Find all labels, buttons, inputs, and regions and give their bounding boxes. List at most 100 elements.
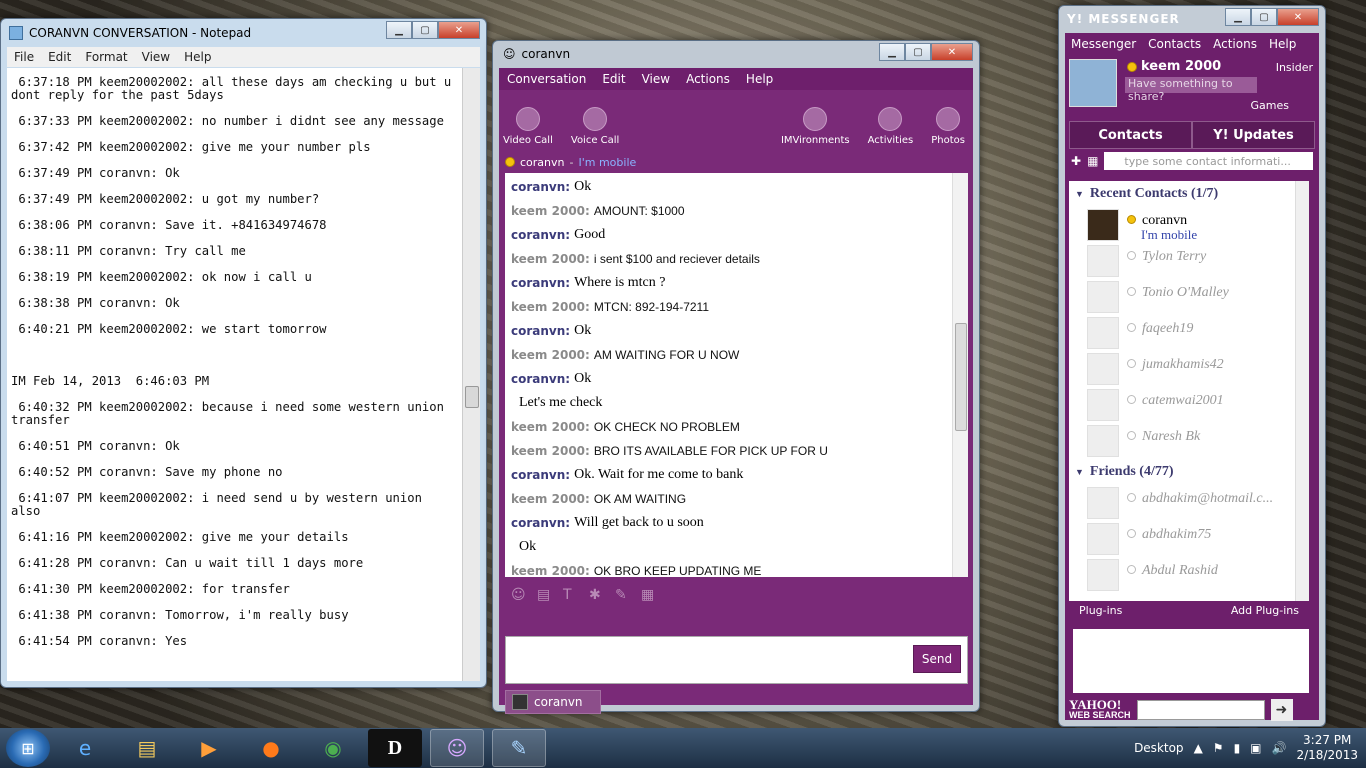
- contact-list[interactable]: ▼ Recent Contacts (1/7) coranvn I'm mobile T…: [1069, 181, 1309, 601]
- menu-format[interactable]: Format: [78, 50, 134, 64]
- conversation-tab[interactable]: coranvn: [505, 690, 601, 714]
- message-scrollbar[interactable]: [952, 173, 968, 577]
- scrollbar-thumb[interactable]: [955, 323, 967, 431]
- show-hidden-icons-icon[interactable]: ▲: [1194, 741, 1203, 755]
- messenger-caption-buttons: ▁ ▢ ✕: [1225, 8, 1319, 26]
- scrollbar-thumb[interactable]: [465, 386, 479, 408]
- more-icon[interactable]: ▦: [641, 587, 657, 603]
- user-name[interactable]: keem 2000: [1127, 59, 1221, 74]
- user-avatar[interactable]: [1069, 59, 1117, 107]
- contact-item[interactable]: Tonio O'Malley: [1069, 279, 1309, 315]
- message-sender: coranvn:: [511, 180, 571, 194]
- menu-help[interactable]: Help: [738, 72, 781, 86]
- notepad-text-area[interactable]: 6:37:18 PM keem20002002: all these days …: [7, 68, 462, 681]
- contact-group-header[interactable]: ▼ Recent Contacts (1/7): [1069, 181, 1309, 207]
- media-player-icon[interactable]: ▶: [182, 729, 236, 767]
- messenger-tabs: Contacts Y! Updates: [1069, 121, 1315, 149]
- clock-time: 3:27 PM: [1303, 733, 1352, 747]
- maximize-button[interactable]: ▢: [905, 43, 931, 61]
- voice-call-button[interactable]: Voice Call: [571, 107, 619, 146]
- file-explorer-icon[interactable]: ▤: [120, 729, 174, 767]
- imvironments-button[interactable]: IMVironments: [781, 107, 850, 146]
- send-button[interactable]: Send: [913, 645, 961, 673]
- menu-help[interactable]: Help: [1263, 37, 1302, 51]
- menu-edit[interactable]: Edit: [41, 50, 78, 64]
- expand-arrow-icon[interactable]: ▼: [1075, 189, 1084, 199]
- firefox-icon[interactable]: ●: [244, 729, 298, 767]
- menu-file[interactable]: File: [7, 50, 41, 64]
- contact-item[interactable]: Tylon Terry: [1069, 243, 1309, 279]
- contact-item[interactable]: abdhakim75: [1069, 521, 1309, 557]
- photos-button[interactable]: Photos: [931, 107, 965, 146]
- minimize-button[interactable]: ▁: [386, 21, 412, 39]
- notepad-scrollbar[interactable]: [462, 68, 480, 681]
- maximize-button[interactable]: ▢: [412, 21, 438, 39]
- internet-explorer-icon[interactable]: e: [58, 729, 112, 767]
- contact-name: Tylon Terry: [1142, 249, 1207, 264]
- message-history[interactable]: coranvn: Ok keem 2000: AMOUNT: $1000 coranvn…: [505, 173, 968, 577]
- message-text: OK AM WAITING: [593, 492, 687, 506]
- contact-item[interactable]: Abdul Rashid: [1069, 557, 1309, 593]
- emoticon-icon[interactable]: ☺: [511, 587, 527, 603]
- tab-updates[interactable]: Y! Updates: [1192, 121, 1315, 149]
- menu-edit[interactable]: Edit: [594, 72, 633, 86]
- minimize-button[interactable]: ▁: [879, 43, 905, 61]
- contact-avatar: [1087, 245, 1119, 277]
- messenger-title: Y! MESSENGER: [1067, 12, 1180, 26]
- menu-conversation[interactable]: Conversation: [499, 72, 594, 86]
- text-format-icon[interactable]: T: [563, 587, 579, 603]
- message-input[interactable]: Send: [505, 636, 968, 684]
- yahoo-messenger-taskbar-icon[interactable]: ☺: [430, 729, 484, 767]
- contact-item[interactable]: faqeeh19: [1069, 315, 1309, 351]
- add-contact-icon[interactable]: ✚: [1071, 154, 1081, 168]
- insider-link[interactable]: Insider: [1276, 61, 1313, 74]
- menu-view[interactable]: View: [135, 50, 177, 64]
- menu-help[interactable]: Help: [177, 50, 218, 64]
- web-search-input[interactable]: [1136, 700, 1265, 720]
- network-icon[interactable]: ▣: [1250, 741, 1261, 755]
- status-message-input[interactable]: Have something to share?: [1125, 77, 1257, 103]
- notepad-taskbar-icon[interactable]: ✎: [492, 729, 546, 767]
- contact-group-header[interactable]: ▼ Friends (4/77): [1069, 459, 1309, 485]
- contact-item[interactable]: Naresh Bk: [1069, 423, 1309, 459]
- search-go-button[interactable]: ➜: [1270, 699, 1293, 721]
- contact-item[interactable]: coranvn I'm mobile: [1069, 207, 1309, 243]
- flag-icon[interactable]: ⚑: [1213, 741, 1224, 755]
- start-button[interactable]: ⊞: [6, 729, 50, 767]
- plugins-link[interactable]: Plug-ins: [1079, 604, 1122, 617]
- contact-item[interactable]: catemwai2001: [1069, 387, 1309, 423]
- activities-button[interactable]: Activities: [868, 107, 913, 146]
- battery-icon[interactable]: ▮: [1234, 741, 1241, 755]
- menu-messenger[interactable]: Messenger: [1065, 37, 1142, 51]
- conversation-title: coranvn: [521, 47, 571, 61]
- chrome-icon[interactable]: ◉: [306, 729, 360, 767]
- contact-scrollbar[interactable]: [1295, 181, 1309, 601]
- menu-actions[interactable]: Actions: [678, 72, 738, 86]
- games-link[interactable]: Games: [1251, 99, 1289, 112]
- menu-view[interactable]: View: [634, 72, 678, 86]
- minimize-button[interactable]: ▁: [1225, 8, 1251, 26]
- contact-item[interactable]: abdhakim@hotmail.c...: [1069, 485, 1309, 521]
- doodle-icon[interactable]: ✎: [615, 587, 631, 603]
- nudge-icon[interactable]: ▤: [537, 587, 553, 603]
- expand-arrow-icon[interactable]: ▼: [1075, 467, 1084, 477]
- web-search-bar: YAHOO! WEB SEARCH ➜: [1069, 697, 1309, 723]
- grid-view-icon[interactable]: ▦: [1087, 154, 1098, 168]
- contact-search-input[interactable]: type some contact informati...: [1104, 152, 1313, 170]
- close-button[interactable]: ✕: [1277, 8, 1319, 26]
- video-call-button[interactable]: Video Call: [503, 107, 553, 146]
- d-app-icon[interactable]: D: [368, 729, 422, 767]
- volume-icon[interactable]: 🔊: [1272, 741, 1287, 755]
- maximize-button[interactable]: ▢: [1251, 8, 1277, 26]
- clock[interactable]: 3:27 PM 2/18/2013: [1296, 733, 1358, 763]
- audible-icon[interactable]: ✱: [589, 587, 605, 603]
- contact-name[interactable]: coranvn: [520, 156, 565, 169]
- menu-contacts[interactable]: Contacts: [1142, 37, 1207, 51]
- menu-actions[interactable]: Actions: [1207, 37, 1263, 51]
- tab-contacts[interactable]: Contacts: [1069, 121, 1192, 149]
- close-button[interactable]: ✕: [438, 21, 480, 39]
- contact-item[interactable]: jumakhamis42: [1069, 351, 1309, 387]
- desktop-toolbar[interactable]: Desktop: [1134, 741, 1184, 755]
- add-plugins-link[interactable]: Add Plug-ins: [1231, 604, 1299, 617]
- close-button[interactable]: ✕: [931, 43, 973, 61]
